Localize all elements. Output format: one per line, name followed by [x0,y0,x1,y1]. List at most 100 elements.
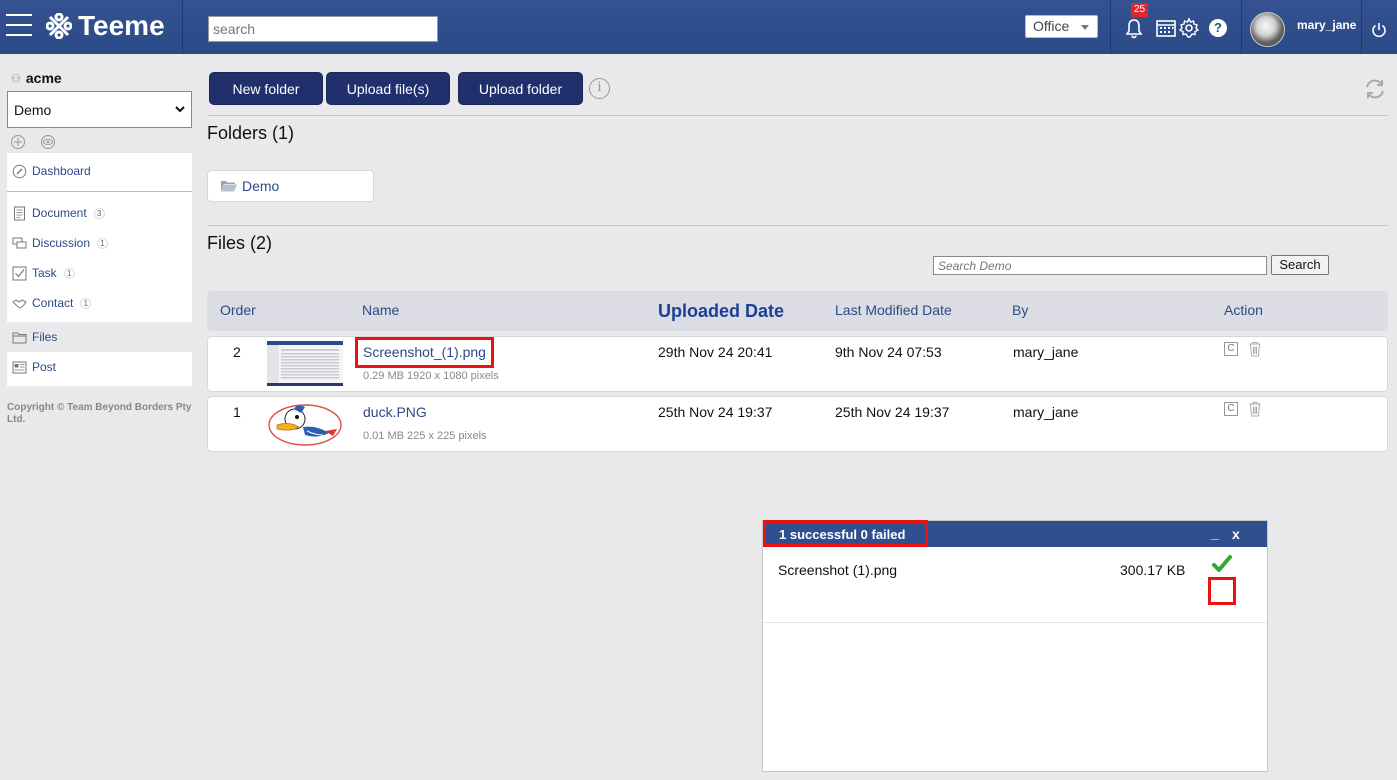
top-header: Teeme Office 25 ? mary_jane [0,0,1397,54]
file-meta: 0.29 MB 1920 x 1080 pixels [363,370,499,382]
calendar-icon[interactable] [1155,17,1177,39]
view-icon[interactable] [40,134,56,150]
section-divider [207,115,1388,116]
file-meta: 0.01 MB 225 x 225 pixels [363,430,487,442]
column-header-order[interactable]: Order [220,302,256,318]
folders-heading: Folders (1) [207,123,295,143]
global-search-input[interactable] [208,16,438,42]
sidebar-item-label: Files [32,330,58,344]
column-header-uploaded-date[interactable]: Uploaded Date [658,301,784,322]
left-sidebar: ⚇ acme Demo Dashboard Document 3 Discuss… [0,54,200,780]
add-icon[interactable] [10,134,26,150]
column-header-action: Action [1224,302,1263,318]
workspace-select[interactable]: Demo [7,91,192,128]
gear-icon[interactable] [1178,17,1200,39]
upload-folder-button[interactable]: Upload folder [458,72,583,105]
sidebar-divider [7,191,192,192]
header-divider [1361,0,1362,54]
sidebar-menu: Dashboard Document 3 Discussion 1 Task 1… [7,153,192,386]
upload-file-size: 300.17 KB [1120,562,1186,578]
notification-count-badge: 25 [1131,3,1149,17]
handshake-icon [12,298,27,309]
sidebar-item-post[interactable]: Post [7,352,192,382]
file-thumbnail-screenshot[interactable] [267,341,343,386]
sidebar-item-discussion[interactable]: Discussion 1 [7,228,192,258]
search-button[interactable]: Search [1271,255,1329,275]
sidebar-item-task[interactable]: Task 1 [7,258,192,288]
org-name-label: acme [25,70,62,86]
uploaded-by: mary_jane [1013,404,1079,420]
files-heading: Files (2) [207,233,273,253]
file-name-highlight [355,337,494,368]
org-name: ⚇ acme [11,70,62,86]
sidebar-item-label: Discussion [32,236,91,250]
org-icon: ⚇ [11,72,21,85]
sidebar-item-label: Contact [32,296,74,310]
folder-name: Demo [242,178,280,194]
username-label[interactable]: mary_jane [1297,18,1356,32]
success-check-highlight [1208,577,1236,605]
column-header-last-modified[interactable]: Last Modified Date [835,302,952,318]
uploaded-by: mary_jane [1013,344,1079,360]
header-divider [182,0,183,54]
folder-item[interactable]: Demo [207,170,374,202]
item-count-badge: 1 [97,237,109,249]
sidebar-item-label: Task [32,266,57,280]
item-count-badge: 3 [93,207,105,219]
upload-file-name: Screenshot (1).png [778,562,898,578]
close-button[interactable]: x [1232,526,1240,542]
info-icon[interactable]: i [589,78,610,99]
workspace-select-value: Demo [14,102,52,118]
power-icon[interactable] [1371,22,1387,38]
sidebar-item-dashboard[interactable]: Dashboard [7,156,192,186]
file-thumbnail-duck[interactable] [267,401,343,447]
post-icon [12,361,27,373]
folder-open-icon [221,181,237,192]
section-divider [207,225,1388,226]
file-order: 2 [233,344,241,360]
sidebar-item-label: Dashboard [32,164,91,178]
files-table-header: Order Name Uploaded Date Last Modified D… [207,291,1388,331]
app-logo[interactable]: Teeme [46,11,165,41]
file-search-input[interactable] [933,256,1267,275]
discussion-icon [12,237,27,248]
last-modified-date: 9th Nov 24 07:53 [835,344,942,360]
chevron-down-icon [175,106,185,113]
sidebar-item-document[interactable]: Document 3 [7,198,192,228]
sidebar-item-files[interactable]: Files [7,322,192,352]
sidebar-item-label: Document [32,206,87,220]
upload-status-panel: 1 successful 0 failed _ x Screenshot (1)… [762,520,1268,772]
help-icon[interactable]: ? [1209,19,1227,37]
office-dropdown[interactable]: Office [1025,15,1098,38]
dashboard-icon [12,164,27,178]
trash-icon[interactable] [1248,401,1262,417]
user-avatar[interactable] [1250,12,1285,47]
item-count-badge: 1 [63,267,75,279]
folder-icon [12,332,27,343]
header-divider [1110,0,1111,54]
minimize-button[interactable]: _ [1211,525,1219,541]
refresh-icon[interactable] [1363,77,1387,101]
copy-icon[interactable]: C [1224,342,1238,356]
uploaded-date: 29th Nov 24 20:41 [658,344,773,360]
task-checkbox-icon [12,266,27,280]
success-check-icon [1212,555,1232,572]
file-name-link[interactable]: duck.PNG [363,404,427,420]
caret-down-icon [1081,25,1089,30]
sidebar-item-contact[interactable]: Contact 1 [7,288,192,318]
trash-icon[interactable] [1248,341,1262,357]
new-folder-button[interactable]: New folder [209,72,323,105]
document-icon [14,206,25,220]
hamburger-menu-icon[interactable] [6,14,32,36]
column-header-by[interactable]: By [1012,302,1028,318]
column-header-name[interactable]: Name [362,302,399,318]
upload-files-button[interactable]: Upload file(s) [326,72,450,105]
file-order: 1 [233,404,241,420]
copy-icon[interactable]: C [1224,402,1238,416]
item-count-badge: 1 [80,297,92,309]
uploaded-date: 25th Nov 24 19:37 [658,404,773,420]
logo-text: Teeme [78,10,165,41]
bell-icon[interactable] [1123,17,1145,39]
sidebar-item-label: Post [32,360,57,374]
copyright-text: Copyright © Team Beyond Borders Pty Ltd. [7,402,192,425]
